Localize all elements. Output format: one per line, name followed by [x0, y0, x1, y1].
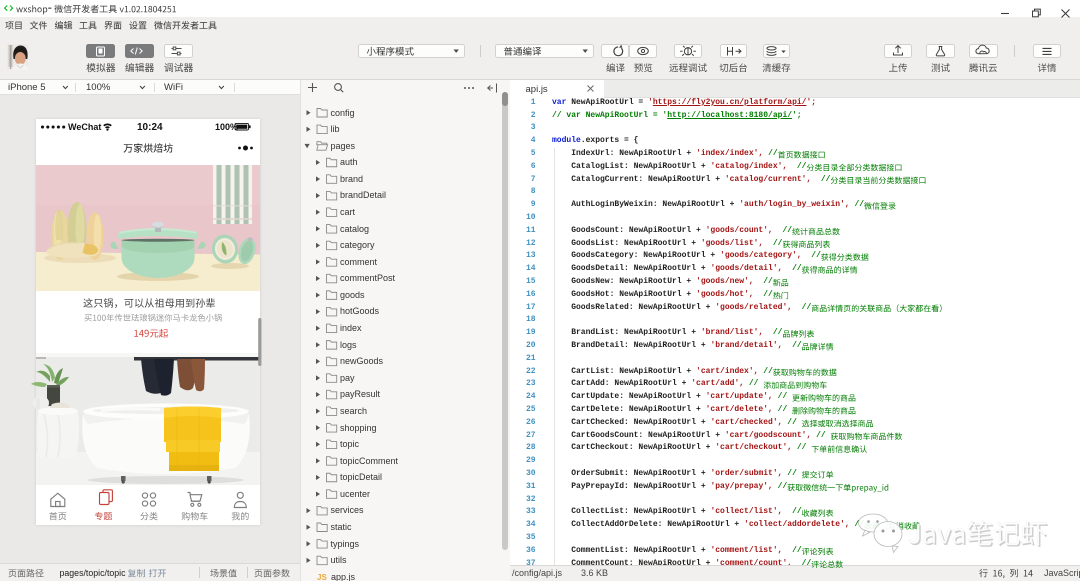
svg-text:JS: JS: [317, 573, 327, 581]
